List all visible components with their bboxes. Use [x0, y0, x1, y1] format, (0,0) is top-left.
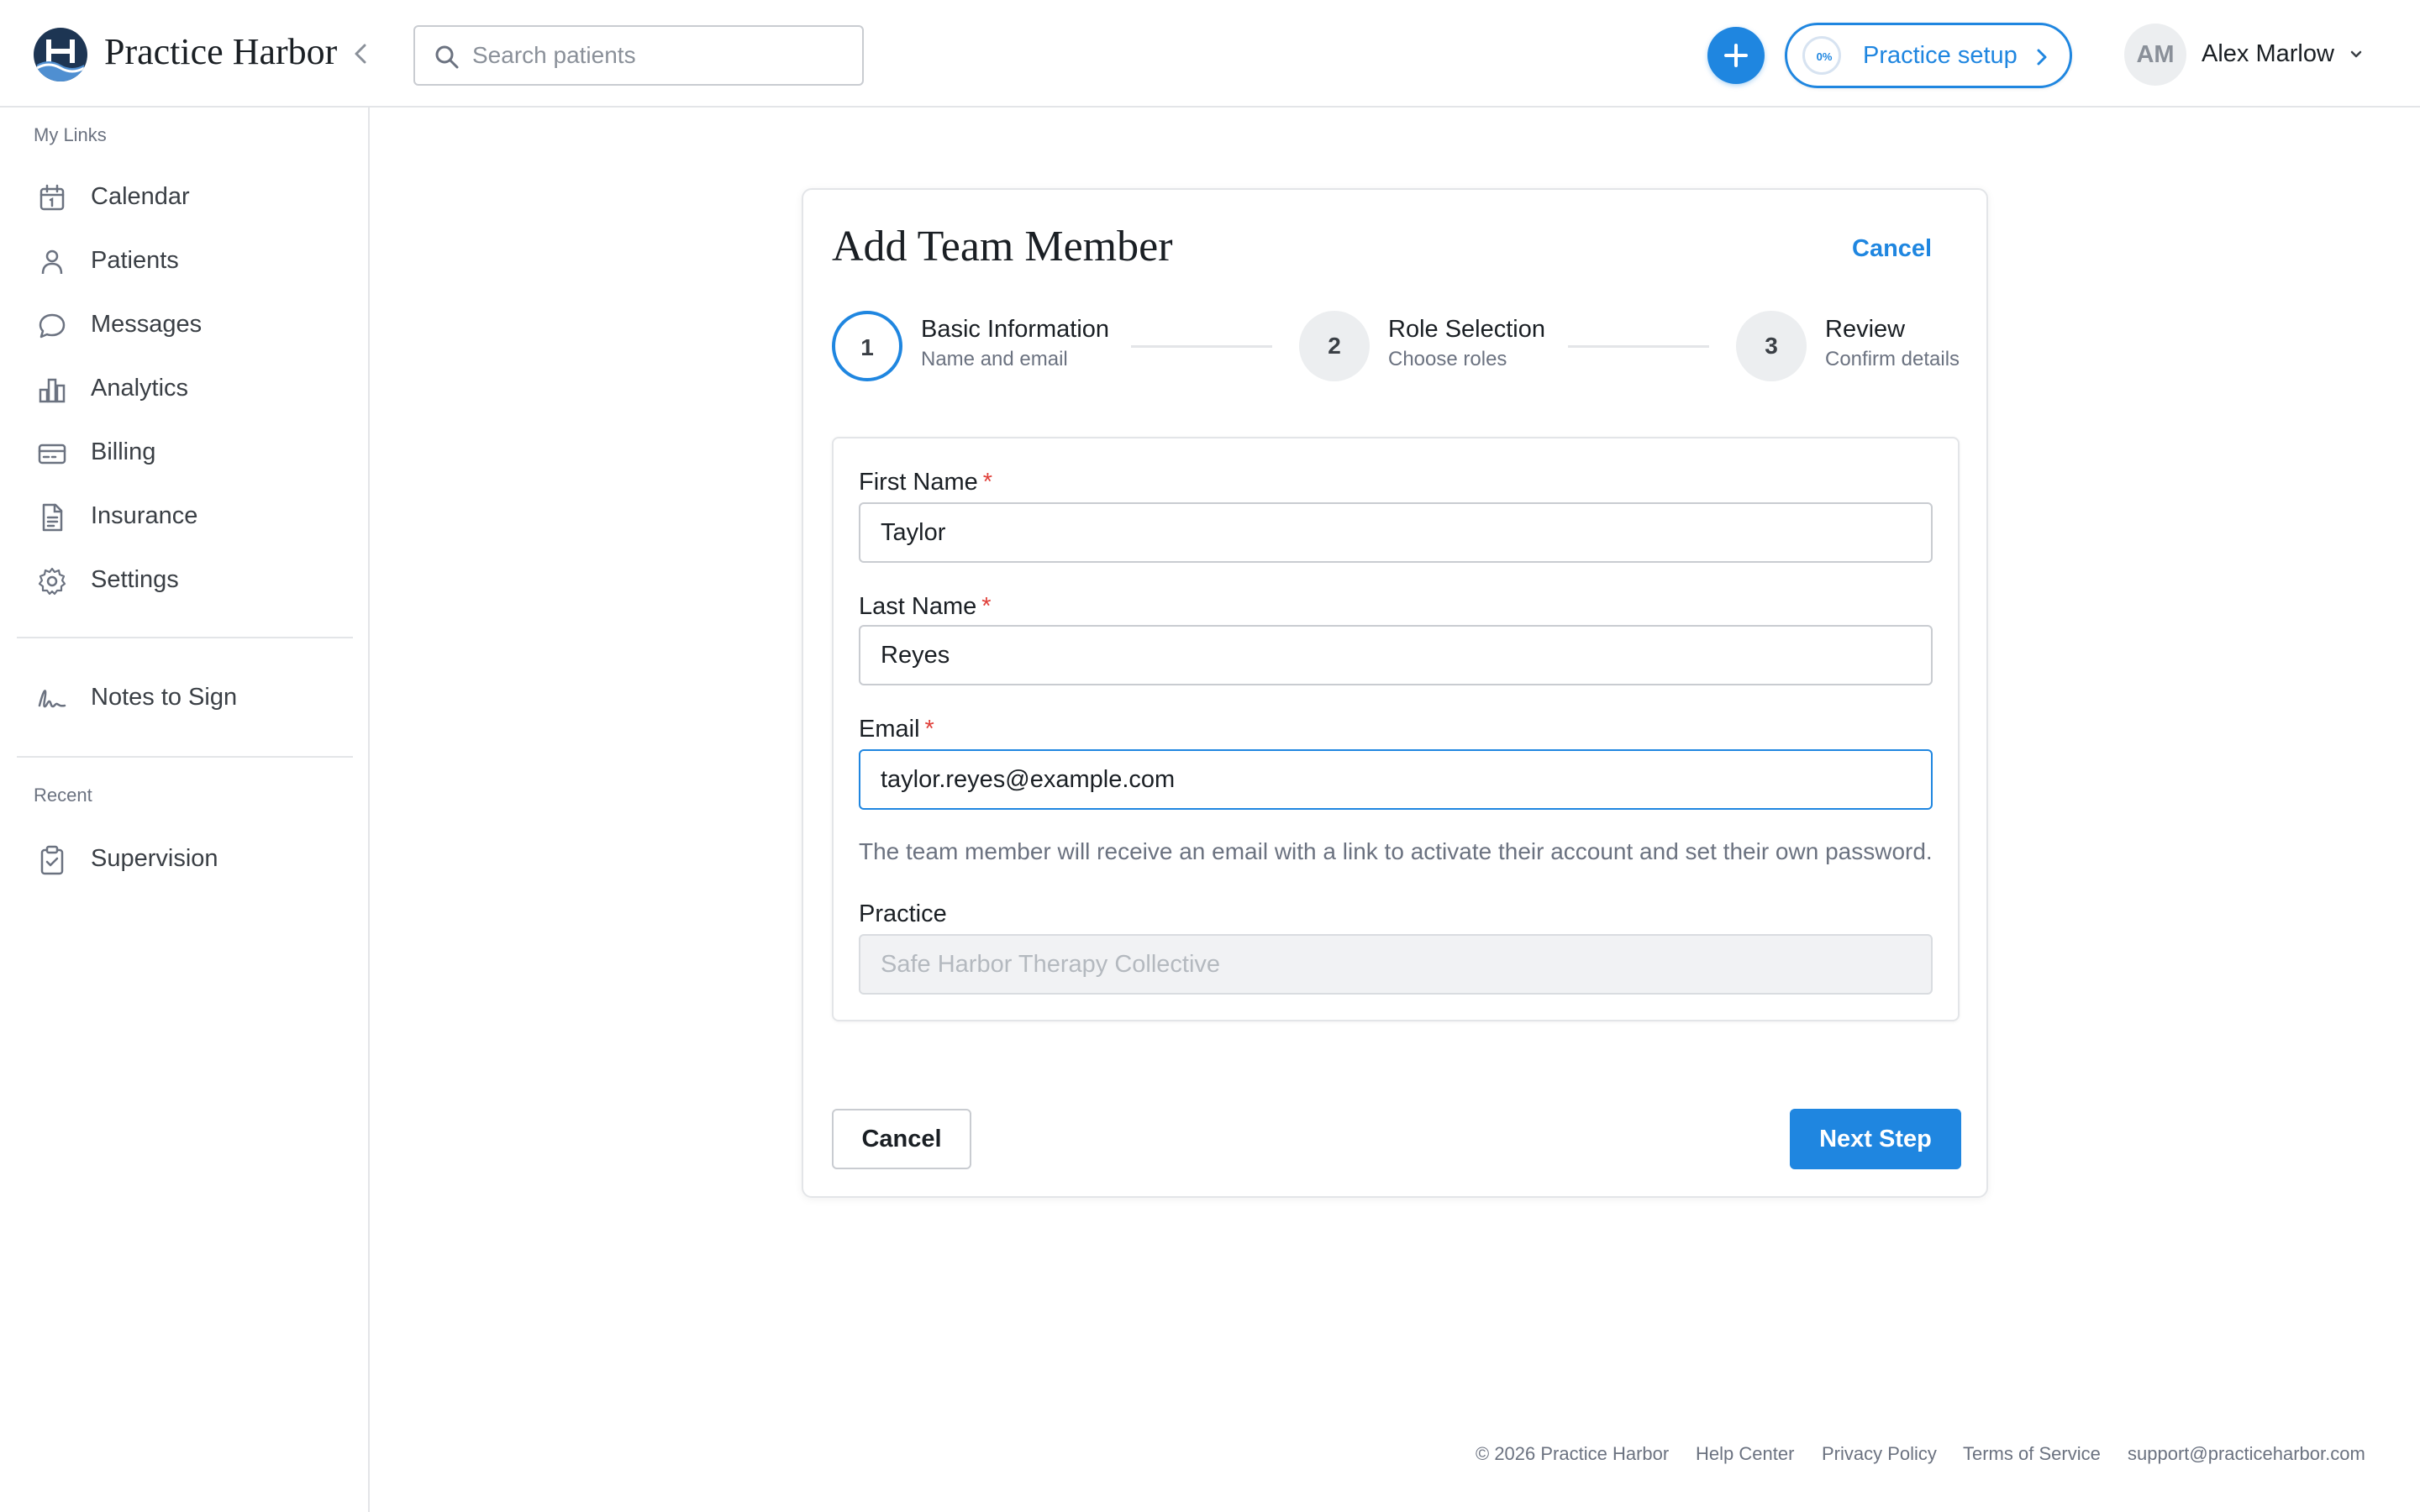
- email-field[interactable]: [859, 749, 1933, 810]
- step-3-title: Review: [1825, 316, 1906, 343]
- recent-heading: Recent: [34, 785, 92, 806]
- step-1-title: Basic Information: [921, 316, 1110, 343]
- search-input[interactable]: [472, 27, 850, 84]
- step-2-indicator: 2: [1299, 311, 1370, 381]
- footer-support-email[interactable]: support@practiceharbor.com: [2128, 1443, 2365, 1465]
- sidebar-item-calendar[interactable]: Calendar: [34, 171, 353, 222]
- step-3-subtitle: Confirm details: [1825, 348, 1960, 370]
- sidebar-item-messages[interactable]: Messages: [34, 299, 353, 349]
- step-2-subtitle: Choose roles: [1388, 348, 1507, 370]
- required-asterisk: *: [982, 469, 993, 496]
- sidebar-item-analytics[interactable]: Analytics: [34, 363, 353, 413]
- search-box[interactable]: [413, 25, 864, 86]
- sidebar-divider: [17, 637, 353, 638]
- email-label-text: Email: [859, 716, 920, 743]
- sidebar-item-notes-to-sign[interactable]: Notes to Sign: [34, 672, 353, 722]
- sidebar-item-label: Billing: [91, 438, 156, 465]
- signature-icon: [38, 690, 66, 708]
- setup-progress-ring: 0%: [1802, 36, 1841, 75]
- step-1-subtitle: Name and email: [921, 348, 1068, 370]
- email-label: Email *: [859, 716, 934, 743]
- practice-harbor-logo[interactable]: [34, 28, 87, 81]
- sidebar-item-label: Patients: [91, 247, 179, 274]
- footer-copyright: © 2026 Practice Harbor: [1476, 1443, 1670, 1464]
- page-title: Add Team Member: [832, 223, 1173, 270]
- collapse-sidebar-icon[interactable]: [350, 37, 373, 71]
- search-icon: [435, 45, 459, 69]
- gear-icon: [38, 567, 66, 596]
- required-asterisk: *: [924, 716, 934, 743]
- practice-setup-label: Practice setup: [1863, 42, 2018, 69]
- sidebar-divider: [17, 756, 353, 758]
- message-icon: [39, 313, 66, 339]
- step-2-title: Role Selection: [1388, 316, 1545, 343]
- calendar-icon: [39, 184, 65, 211]
- first-name-label-text: First Name: [859, 469, 978, 496]
- plus-icon: [1724, 44, 1748, 67]
- cancel-button[interactable]: Cancel: [832, 1109, 971, 1169]
- required-asterisk: *: [981, 593, 992, 620]
- sidebar-item-label: Supervision: [91, 845, 218, 872]
- practice-setup-button[interactable]: 0% Practice setup: [1785, 23, 2072, 88]
- sidebar-item-label: Insurance: [91, 502, 198, 529]
- footer-terms-link[interactable]: Terms of Service: [1963, 1443, 2101, 1465]
- practice-field: [859, 934, 1933, 995]
- my-links-heading: My Links: [34, 124, 107, 145]
- step-connector: [1568, 345, 1709, 348]
- sidebar-item-patients[interactable]: Patients: [34, 235, 353, 286]
- practice-label: Practice: [859, 900, 947, 927]
- add-button[interactable]: [1707, 27, 1765, 84]
- user-name[interactable]: Alex Marlow: [2202, 40, 2334, 68]
- sidebar: My Links Calendar Patients Messages Anal…: [0, 108, 370, 1512]
- sidebar-item-billing[interactable]: Billing: [34, 427, 353, 477]
- cancel-link[interactable]: Cancel: [1852, 235, 1932, 263]
- basic-information-form: First Name* Last Name* Email* The team m…: [832, 437, 1960, 1021]
- first-name-label: First Name *: [859, 469, 992, 496]
- sidebar-item-label: Analytics: [91, 375, 189, 402]
- sidebar-item-insurance[interactable]: Insurance: [34, 491, 353, 541]
- last-name-field[interactable]: [859, 625, 1933, 685]
- sidebar-item-label: Messages: [91, 311, 203, 338]
- document-icon: [42, 503, 63, 532]
- step-1-indicator: 1: [832, 311, 902, 381]
- sidebar-item-label: Notes to Sign: [91, 684, 238, 711]
- footer-help-center-link[interactable]: Help Center: [1696, 1443, 1794, 1465]
- next-step-button[interactable]: Next Step: [1790, 1109, 1961, 1169]
- last-name-label-text: Last Name: [859, 593, 977, 620]
- footer-privacy-link[interactable]: Privacy Policy: [1822, 1443, 1937, 1465]
- chevron-down-icon[interactable]: [2348, 49, 2365, 60]
- sidebar-item-settings[interactable]: Settings: [34, 554, 353, 605]
- clipboard-check-icon: [40, 845, 64, 875]
- step-connector: [1131, 345, 1272, 348]
- first-name-field[interactable]: [859, 502, 1933, 563]
- step-3-indicator: 3: [1736, 311, 1807, 381]
- brand-name: Practice Harbor: [104, 31, 338, 72]
- chevron-right-icon: [2037, 49, 2047, 66]
- top-header: Practice Harbor 0% Practice setup AM Ale…: [0, 0, 2420, 108]
- sidebar-item-label: Calendar: [91, 183, 190, 210]
- user-icon: [41, 249, 63, 275]
- sidebar-item-label: Settings: [91, 566, 179, 593]
- add-team-member-card: Add Team Member Cancel 1 Basic Informati…: [802, 188, 1988, 1198]
- credit-card-icon: [38, 444, 66, 465]
- user-avatar[interactable]: AM: [2124, 24, 2186, 86]
- last-name-label: Last Name *: [859, 593, 992, 621]
- bar-chart-icon: [39, 378, 66, 403]
- email-helper-text: The team member will receive an email wi…: [859, 838, 1933, 864]
- setup-progress-value: 0%: [1816, 50, 1833, 63]
- sidebar-item-supervision[interactable]: Supervision: [34, 833, 353, 884]
